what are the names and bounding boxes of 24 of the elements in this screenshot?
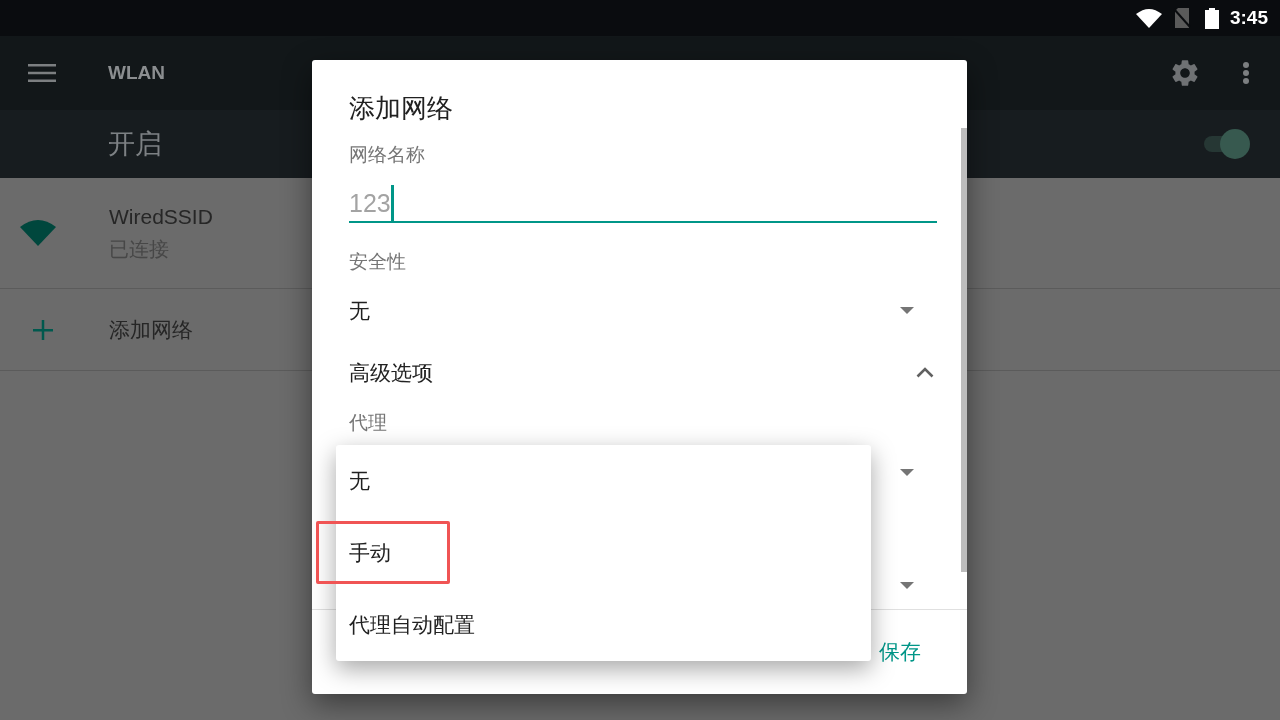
field-label: 代理 <box>349 411 387 435</box>
status-time: 3:45 <box>1229 6 1268 30</box>
menu-item[interactable]: 手动 <box>349 539 391 567</box>
more-options-icon[interactable] <box>1243 62 1249 84</box>
dropdown-arrow-icon[interactable] <box>900 468 914 476</box>
chevron-up-icon[interactable] <box>916 367 934 379</box>
app-bar-title: WLAN <box>108 60 165 85</box>
save-button[interactable]: 保存 <box>863 630 937 674</box>
dropdown-arrow-icon[interactable] <box>900 581 914 589</box>
menu-item[interactable]: 代理自动配置 <box>349 611 475 639</box>
dialog-title: 添加网络 <box>349 92 453 125</box>
wifi-signal-icon <box>20 220 56 246</box>
no-sim-icon <box>1172 8 1191 28</box>
switch-label: 开启 <box>108 127 162 161</box>
field-label: 安全性 <box>349 250 406 275</box>
menu-icon[interactable] <box>28 64 56 82</box>
toggle-switch[interactable] <box>1204 129 1250 159</box>
menu-item[interactable]: 无 <box>349 467 370 495</box>
wifi-signal-icon <box>1135 8 1162 28</box>
field-label: 网络名称 <box>349 143 425 167</box>
dropdown-arrow-icon[interactable] <box>900 307 914 315</box>
security-dropdown[interactable]: 无 <box>349 288 937 334</box>
advanced-options-label[interactable]: 高级选项 <box>349 358 433 387</box>
battery-icon <box>1204 7 1219 29</box>
